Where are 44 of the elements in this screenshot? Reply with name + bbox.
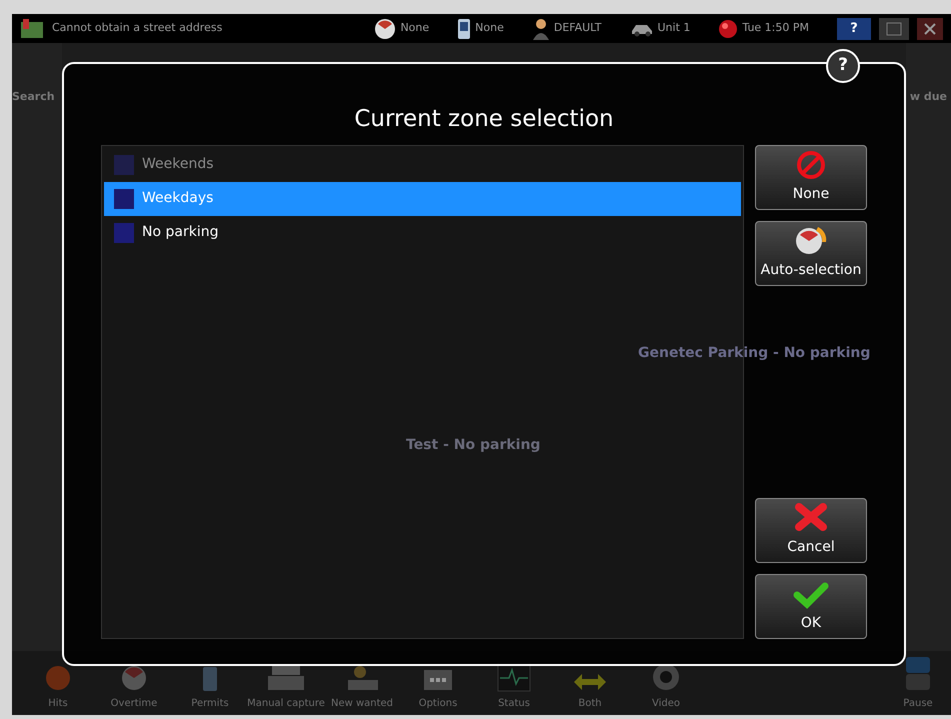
zone-label: Test - No parking (406, 436, 540, 455)
window-icon[interactable] (879, 18, 909, 40)
status-text: Unit 1 (658, 20, 690, 36)
cancel-button[interactable]: Cancel (755, 498, 867, 562)
ok-button[interactable]: OK (755, 574, 867, 638)
toolbar-button[interactable]: New wanted (324, 664, 400, 711)
toolbar-button[interactable]: Permits (172, 666, 248, 711)
zone-name: No parking (142, 223, 218, 242)
none-button[interactable]: None (755, 144, 867, 210)
person-icon (532, 18, 550, 40)
due-label: w due (910, 90, 947, 103)
location-text: Cannot obtain a street address (52, 20, 222, 36)
zone-label: Genetec Parking - No parking (638, 344, 870, 363)
map-icon (20, 18, 44, 40)
document-icon (202, 666, 218, 692)
close-icon[interactable] (917, 18, 943, 40)
toolbar-button[interactable]: Hits (20, 664, 96, 711)
status-text: Tue 1:50 PM (742, 20, 809, 36)
auto-button[interactable]: Auto-selection (755, 220, 867, 286)
gauge-icon (374, 18, 396, 40)
x-icon (794, 500, 828, 532)
options-icon (423, 668, 453, 692)
toolbar-button[interactable]: Manual capture (248, 664, 324, 711)
dialog-title: Current zone selection (353, 105, 615, 134)
help-button[interactable]: ? (826, 49, 860, 83)
zone-name: Weekends (142, 155, 214, 174)
zone-item[interactable]: Weekdays (104, 182, 741, 216)
keyboard-icon (266, 664, 306, 692)
checkmark-icon (793, 580, 829, 608)
status-text: None (400, 20, 430, 36)
zone-name: Weekdays (142, 189, 214, 208)
double-arrow-icon (572, 672, 608, 692)
help-button[interactable]: ? (837, 18, 871, 40)
phone-icon (457, 18, 472, 40)
status-text: DEFAULT (554, 20, 602, 36)
zone-item[interactable]: No parking (104, 216, 741, 250)
status-text: None (475, 20, 504, 36)
search-label: Search (12, 90, 55, 103)
alarm-icon (718, 18, 738, 38)
toolbar-button[interactable]: Both (552, 672, 628, 711)
toolbar-button[interactable]: Pause (893, 656, 943, 711)
gauge-icon (119, 664, 149, 692)
toolbar-button[interactable]: Options (400, 668, 476, 711)
prohibited-icon (796, 150, 826, 180)
